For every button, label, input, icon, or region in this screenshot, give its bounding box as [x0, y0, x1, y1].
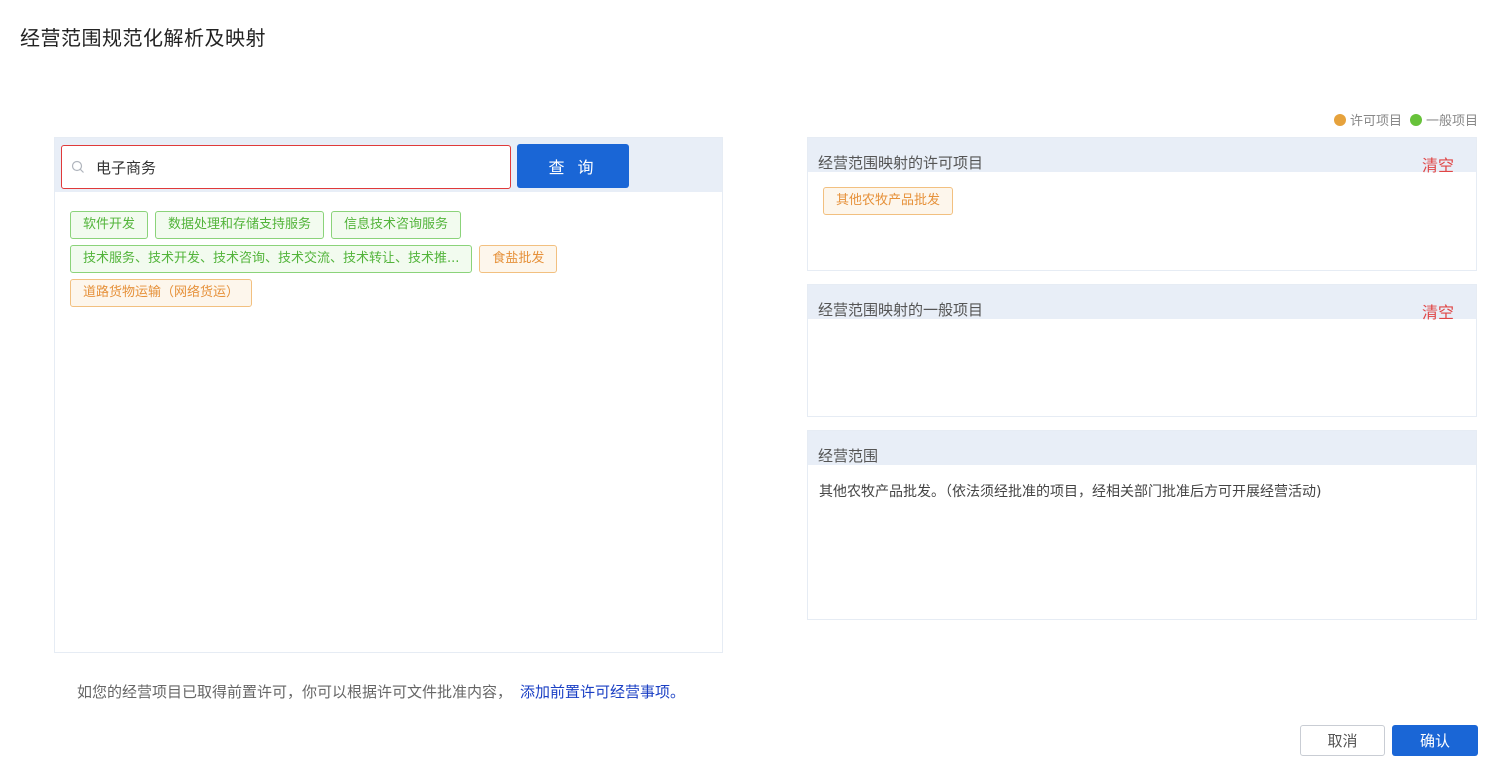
business-scope-header: 经营范围 [808, 431, 1476, 465]
general-items-box: 经营范围映射的一般项目 清空 [807, 284, 1477, 417]
legend: 许可项目 一般项目 [1333, 110, 1478, 129]
result-tag[interactable]: 软件开发 [70, 211, 149, 239]
business-scope-text: 其他农牧产品批发。（依法须经批准的项目，经相关部门批准后方可开展经营活动) [819, 484, 1322, 500]
result-tag[interactable]: 道路货物运输（网络货运） [70, 279, 253, 307]
general-dot-icon [1409, 113, 1422, 126]
page-title: 经营范围规范化解析及映射 [20, 26, 266, 50]
legend-label-licensed: 许可项目 [1349, 114, 1402, 129]
search-input[interactable] [94, 157, 510, 177]
clear-licensed-link[interactable]: 清空 [1422, 152, 1454, 176]
general-items-title: 经营范围映射的一般项目 [818, 301, 984, 319]
result-tag[interactable]: 数据处理和存储支持服务 [155, 211, 325, 239]
cancel-button[interactable]: 取消 [1300, 725, 1385, 756]
query-button[interactable]: 查 询 [517, 144, 629, 188]
licensed-items-title: 经营范围映射的许可项目 [818, 154, 984, 172]
result-tag[interactable]: 信息技术咨询服务 [331, 211, 462, 239]
confirm-button[interactable]: 确认 [1392, 725, 1478, 756]
licensed-items-box: 经营范围映射的许可项目 清空 其他农牧产品批发 [807, 137, 1477, 271]
result-tags: 软件开发 数据处理和存储支持服务 信息技术咨询服务 技术服务、技术开发、技术咨询… [70, 211, 710, 313]
clear-general-link[interactable]: 清空 [1422, 299, 1454, 323]
licensed-dot-icon [1333, 113, 1346, 126]
business-scope-title: 经营范围 [818, 447, 879, 465]
licensed-item-tag[interactable]: 其他农牧产品批发 [823, 187, 954, 215]
licensed-items-header: 经营范围映射的许可项目 清空 [808, 138, 1476, 175]
search-icon [62, 160, 94, 174]
permit-hint: 如您的经营项目已取得前置许可，你可以根据许可文件批准内容， 添加前置许可经营事项。 [77, 681, 685, 702]
search-bar: 查 询 [55, 138, 722, 192]
legend-item-licensed: 许可项目 [1333, 110, 1402, 129]
general-items-header: 经营范围映射的一般项目 清空 [808, 285, 1476, 322]
legend-item-general: 一般项目 [1409, 110, 1478, 129]
result-tag[interactable]: 技术服务、技术开发、技术咨询、技术交流、技术转让、技术推... [70, 245, 473, 273]
search-panel: 查 询 软件开发 数据处理和存储支持服务 信息技术咨询服务 技术服务、技术开发、… [54, 137, 723, 653]
legend-label-general: 一般项目 [1425, 114, 1478, 129]
result-tag[interactable]: 食盐批发 [479, 245, 558, 273]
add-permit-link[interactable]: 添加前置许可经营事项。 [520, 683, 685, 701]
permit-hint-text: 如您的经营项目已取得前置许可，你可以根据许可文件批准内容， [77, 683, 513, 701]
search-field[interactable] [61, 145, 511, 189]
business-scope-box: 经营范围 其他农牧产品批发。（依法须经批准的项目，经相关部门批准后方可开展经营活… [807, 430, 1477, 620]
